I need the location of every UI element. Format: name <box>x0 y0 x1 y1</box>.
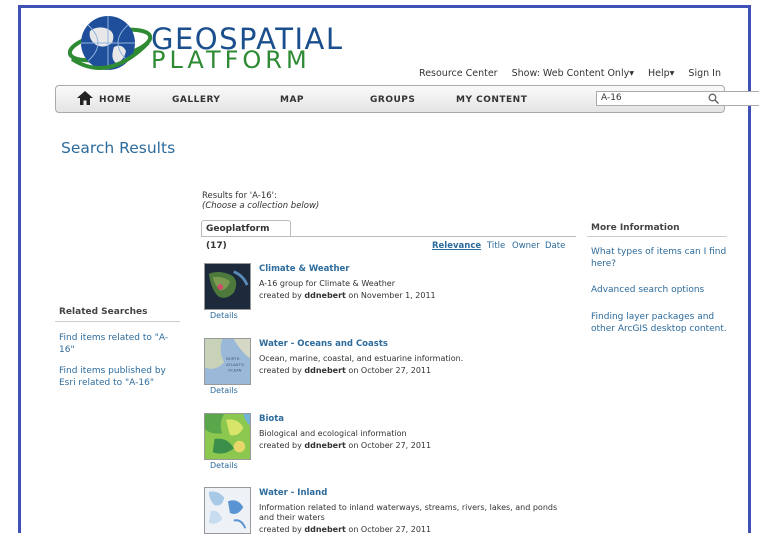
help-dropdown[interactable]: Help▾ <box>648 68 674 79</box>
water-inland-thumbnail[interactable] <box>204 487 251 534</box>
svg-text:OCEAN: OCEAN <box>228 368 242 373</box>
item-title[interactable]: Climate & Weather <box>259 264 349 274</box>
biota-thumbnail[interactable] <box>204 413 251 460</box>
water-oceans-thumbnail[interactable]: NORTH ATLANTIC OCEAN <box>204 338 251 385</box>
item-description: Ocean, marine, coastal, and estuarine in… <box>259 354 464 363</box>
item-title[interactable]: Water - Inland <box>259 488 327 498</box>
more-info-link-types[interactable]: What types of items can I find here? <box>591 246 729 270</box>
owner-link[interactable]: ddnebert <box>304 291 346 300</box>
details-link[interactable]: Details <box>210 311 238 320</box>
related-divider <box>55 321 180 322</box>
home-icon[interactable] <box>77 91 93 105</box>
tab-geoplatform[interactable]: Geoplatform (17) <box>201 220 291 251</box>
top-links: Resource Center Show: Web Content Only▾ … <box>419 68 721 79</box>
tab-divider <box>201 236 576 237</box>
show-content-dropdown[interactable]: Show: Web Content Only▾ <box>512 68 634 79</box>
more-information-heading: More Information <box>591 223 680 233</box>
sort-date[interactable]: Date <box>545 241 565 251</box>
nav-map[interactable]: MAP <box>280 95 304 105</box>
globe-logo-icon <box>68 16 152 70</box>
details-link[interactable]: Details <box>210 461 238 470</box>
climate-weather-thumbnail[interactable] <box>204 263 251 310</box>
item-meta: created by ddnebert on November 1, 2011 <box>259 291 436 300</box>
nav-gallery[interactable]: GALLERY <box>172 95 220 105</box>
more-info-divider <box>587 236 727 237</box>
main-navbar: HOME GALLERY MAP GROUPS MY CONTENT A-16 <box>55 85 759 113</box>
nav-my-content[interactable]: MY CONTENT <box>456 95 527 105</box>
owner-link[interactable]: ddnebert <box>304 525 346 534</box>
sort-title[interactable]: Title <box>487 241 505 251</box>
item-title[interactable]: Water - Oceans and Coasts <box>259 339 388 349</box>
choose-collection-hint: (Choose a collection below) <box>202 201 320 211</box>
svg-text:NORTH: NORTH <box>226 356 240 361</box>
brand-subtitle: PLATFORM <box>151 46 311 74</box>
related-link-esri[interactable]: Find items published by Esri related to … <box>59 365 174 389</box>
item-meta: created by ddnebert on October 27, 2011 <box>259 525 432 534</box>
sort-relevance[interactable]: Relevance <box>432 241 481 251</box>
more-info-link-advanced[interactable]: Advanced search options <box>591 284 729 296</box>
nav-groups[interactable]: GROUPS <box>370 95 415 105</box>
related-link-items[interactable]: Find items related to "A-16" <box>59 332 169 356</box>
details-link[interactable]: Details <box>210 386 238 395</box>
sort-owner[interactable]: Owner <box>512 241 540 251</box>
item-description: A-16 group for Climate & Weather <box>259 279 396 288</box>
item-description: Biological and ecological information <box>259 429 407 438</box>
item-description: Information related to inland waterways,… <box>259 503 558 522</box>
item-title[interactable]: Biota <box>259 414 284 424</box>
search-input[interactable]: A-16 <box>596 91 759 106</box>
page-title: Search Results <box>61 139 176 157</box>
sign-in-link[interactable]: Sign In <box>688 68 721 79</box>
item-meta: created by ddnebert on October 27, 2011 <box>259 366 432 375</box>
item-meta: created by ddnebert on October 27, 2011 <box>259 441 432 450</box>
svg-text:ATLANTIC: ATLANTIC <box>226 362 245 367</box>
nav-home[interactable]: HOME <box>99 95 131 105</box>
owner-link[interactable]: ddnebert <box>304 441 346 450</box>
search-icon[interactable] <box>708 93 719 104</box>
related-searches-heading: Related Searches <box>59 307 148 317</box>
results-for-label: Results for 'A-16': <box>202 191 277 201</box>
resource-center-link[interactable]: Resource Center <box>419 68 498 79</box>
more-info-link-layer-packages[interactable]: Finding layer packages and other ArcGIS … <box>591 311 729 335</box>
owner-link[interactable]: ddnebert <box>304 366 346 375</box>
